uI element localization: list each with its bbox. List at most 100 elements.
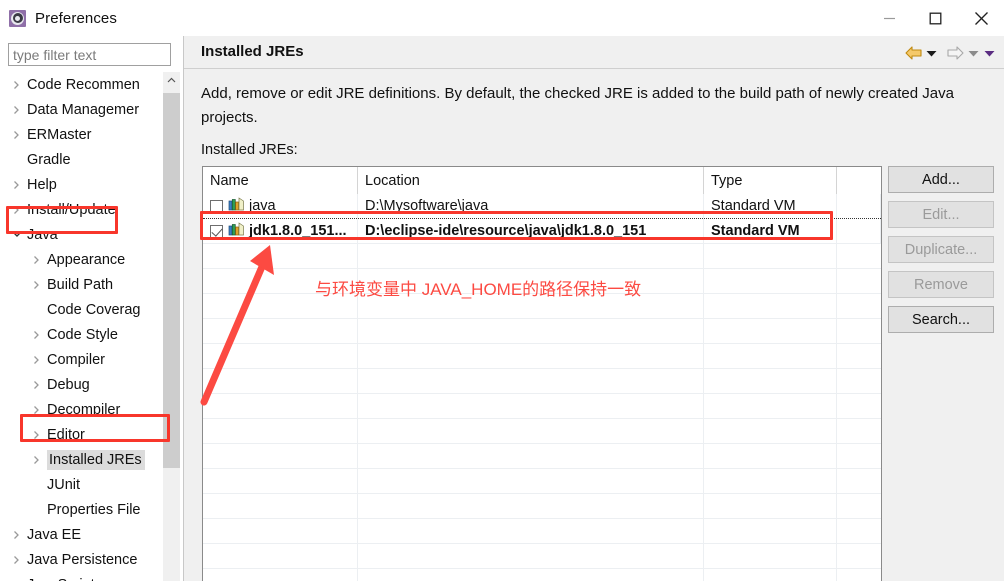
cell-name[interactable]: java xyxy=(203,194,358,218)
sidebar-item-junit[interactable]: JUnit xyxy=(0,472,180,497)
table-empty-row xyxy=(203,469,881,494)
close-icon[interactable] xyxy=(958,0,1004,36)
sidebar-item-label: Java xyxy=(27,226,58,243)
sidebar-item-label: Code Coverag xyxy=(47,301,141,318)
jre-name-label: java xyxy=(249,198,276,214)
sidebar-item-label: ERMaster xyxy=(27,126,92,143)
chevron-up-icon[interactable] xyxy=(163,72,180,89)
chevron-right-icon[interactable] xyxy=(32,255,42,265)
sidebar-item-help[interactable]: Help xyxy=(0,172,180,197)
remove-button: Remove xyxy=(888,271,994,298)
sidebar-item-decompiler[interactable]: Decompiler xyxy=(0,397,180,422)
cell-location: D:\Mysoftware\java xyxy=(358,194,704,218)
sidebar-item-label: Decompiler xyxy=(47,401,121,418)
sidebar-item-data-managemer[interactable]: Data Managemer xyxy=(0,97,180,122)
table-row[interactable]: java D:\Mysoftware\java Standard VM xyxy=(203,194,881,219)
chevron-right-icon[interactable] xyxy=(32,455,42,465)
cell-type: Standard VM xyxy=(704,219,837,243)
sidebar-item-java-ee[interactable]: Java EE xyxy=(0,522,180,547)
table-body[interactable]: java D:\Mysoftware\java Standard VM jdk1.8.… xyxy=(203,194,881,581)
installed-jres-table[interactable]: Name Location Type java D:\Mysoftware\java S… xyxy=(202,166,882,581)
table-empty-row xyxy=(203,444,881,469)
sidebar-item-label: Data Managemer xyxy=(27,101,140,118)
sidebar-item-label: Code Style xyxy=(47,326,118,343)
title-bar: Preferences xyxy=(0,0,1004,36)
sidebar-item-label: Properties File xyxy=(47,501,141,518)
table-empty-row xyxy=(203,519,881,544)
jre-checkbox[interactable] xyxy=(210,199,223,213)
add-button[interactable]: Add... xyxy=(888,166,994,193)
sidebar-item-java[interactable]: Java xyxy=(0,222,180,247)
chevron-right-icon[interactable] xyxy=(32,280,42,290)
sidebar-item-properties-file[interactable]: Properties File xyxy=(0,497,180,522)
sidebar-item-build-path[interactable]: Build Path xyxy=(0,272,180,297)
sidebar-scrollbar-thumb[interactable] xyxy=(163,93,180,468)
minimize-icon[interactable] xyxy=(866,0,912,36)
column-header-type[interactable]: Type xyxy=(704,167,837,194)
sidebar-item-compiler[interactable]: Compiler xyxy=(0,347,180,372)
cell-spacer xyxy=(837,194,881,218)
sidebar-item-label: Code Recommen xyxy=(27,76,140,93)
chevron-right-icon[interactable] xyxy=(32,355,42,365)
chevron-right-icon[interactable] xyxy=(12,205,22,215)
forward-arrow-icon xyxy=(945,43,965,63)
table-row[interactable]: jdk1.8.0_151... D:\eclipse-ide\resource\j… xyxy=(203,219,881,244)
chevron-right-icon[interactable] xyxy=(12,530,22,540)
cell-type: Standard VM xyxy=(704,194,837,218)
chevron-right-icon[interactable] xyxy=(32,405,42,415)
sidebar-item-code-coverag[interactable]: Code Coverag xyxy=(0,297,180,322)
cell-name[interactable]: jdk1.8.0_151... xyxy=(203,219,358,243)
chevron-right-icon[interactable] xyxy=(32,330,42,340)
sidebar-item-code-style[interactable]: Code Style xyxy=(0,322,180,347)
settings-tree[interactable]: Code Recommen Data Managemer ERMaster Gradl… xyxy=(0,72,180,581)
sidebar-item-label: Help xyxy=(27,176,57,193)
sidebar-item-install-update[interactable]: Install/Update xyxy=(0,197,180,222)
content-panel: Installed JREs Add, remove or edit JRE d… xyxy=(183,36,1004,581)
sidebar-item-javascript[interactable]: JavaScript xyxy=(0,572,180,581)
table-empty-row xyxy=(203,569,881,581)
page-title: Installed JREs xyxy=(201,43,304,60)
window-title: Preferences xyxy=(35,9,117,27)
sidebar-item-installed-jres[interactable]: Installed JREs xyxy=(0,447,180,472)
duplicate-button: Duplicate... xyxy=(888,236,994,263)
table-empty-row xyxy=(203,494,881,519)
sidebar-item-appearance[interactable]: Appearance xyxy=(0,247,180,272)
table-label: Installed JREs: xyxy=(201,142,298,158)
chevron-right-icon[interactable] xyxy=(32,430,42,440)
cell-spacer xyxy=(837,219,881,243)
chevron-right-icon[interactable] xyxy=(32,380,42,390)
page-description: Add, remove or edit JRE definitions. By … xyxy=(201,85,954,126)
filter-input[interactable] xyxy=(8,43,171,66)
back-history-chevron-down-icon[interactable] xyxy=(923,43,939,63)
maximize-icon[interactable] xyxy=(912,0,958,36)
cell-location: D:\eclipse-ide\resource\java\jdk1.8.0_15… xyxy=(358,219,704,243)
table-empty-row xyxy=(203,344,881,369)
jre-checkbox[interactable] xyxy=(210,224,223,238)
sidebar-item-label: Java EE xyxy=(27,526,81,543)
sidebar-item-gradle[interactable]: Gradle xyxy=(0,147,180,172)
sidebar-item-java-persistence[interactable]: Java Persistence xyxy=(0,547,180,572)
sidebar-item-editor[interactable]: Editor xyxy=(0,422,180,447)
sidebar-item-label: Debug xyxy=(47,376,90,393)
chevron-right-icon[interactable] xyxy=(12,105,22,115)
column-header-location[interactable]: Location xyxy=(358,167,704,194)
sidebar-item-label: Compiler xyxy=(47,351,106,368)
search-button[interactable]: Search... xyxy=(888,306,994,333)
sidebar-item-ermaster[interactable]: ERMaster xyxy=(0,122,180,147)
jre-books-icon xyxy=(228,222,249,240)
jre-name-label: jdk1.8.0_151... xyxy=(249,223,347,239)
table-empty-row xyxy=(203,394,881,419)
column-header-name[interactable]: Name xyxy=(203,167,358,194)
view-menu-chevron-down-icon[interactable] xyxy=(981,43,997,63)
back-arrow-icon[interactable] xyxy=(903,43,923,63)
window-controls xyxy=(866,0,1004,36)
sidebar-item-code-recommen[interactable]: Code Recommen xyxy=(0,72,180,97)
chevron-right-icon[interactable] xyxy=(12,555,22,565)
chevron-right-icon[interactable] xyxy=(12,80,22,90)
sidebar-item-label: JavaScript xyxy=(27,577,95,581)
chevron-down-icon[interactable] xyxy=(12,230,22,240)
sidebar-item-debug[interactable]: Debug xyxy=(0,372,180,397)
sidebar: Code Recommen Data Managemer ERMaster Gradl… xyxy=(0,36,180,581)
chevron-right-icon[interactable] xyxy=(12,130,22,140)
chevron-right-icon[interactable] xyxy=(12,180,22,190)
